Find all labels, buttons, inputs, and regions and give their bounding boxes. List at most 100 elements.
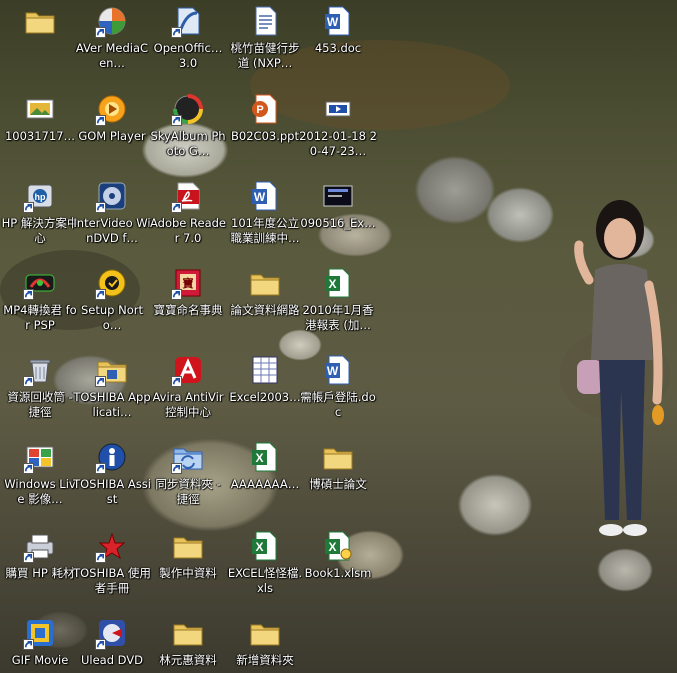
shortcut-arrow-icon [95,27,106,38]
desktop-icon[interactable]: Windows Live 影像… [0,436,80,518]
desktop-icon-label: 需帳戶登陆.doc [300,390,376,419]
desktop-icon[interactable]: TOSHIBA 使用者手冊 [72,525,152,607]
folder-icon [171,529,205,563]
desktop-icon[interactable]: MP4轉換君 for PSP [0,262,80,344]
shortcut-arrow-icon [171,115,182,126]
desktop-icon[interactable]: Excel2003… [225,349,305,431]
desktop-icon[interactable]: X EXCEL怪怪檔.xls [225,525,305,607]
desktop-icon[interactable]: AVer MediaCen… [72,0,152,82]
desktop-icon[interactable]: 10031717… [0,88,80,170]
desktop-icon[interactable]: X AAAAAAA… [225,436,305,518]
norton-setup-icon [95,266,129,300]
word-document-icon: W [321,4,355,38]
desktop-icon[interactable]: 林元惠資料 [148,612,228,673]
baby-name-icon: 寶 [171,266,205,300]
shortcut-arrow-icon [171,463,182,474]
shortcut-arrow-icon [95,639,106,650]
desktop-icon-label: GOM Player [78,129,146,143]
folder-icon [171,616,205,650]
avira-icon [171,353,205,387]
desktop-icon[interactable]: W 453.doc [298,0,378,82]
svg-text:X: X [328,277,336,291]
desktop-icon-label: 資源回收筒 - 捷徑 [7,390,73,419]
desktop-icon[interactable]: 博碩士論文 [298,436,378,518]
desktop-icon[interactable]: TOSHIBA Applicati… [72,349,152,431]
desktop-icon[interactable]: hp HP 解決方案中心 [0,175,80,257]
desktop-icon[interactable]: P B02C03.ppt [225,88,305,170]
desktop-icon[interactable]: 090516_Ex… [298,175,378,257]
thumbnail-icon [321,179,355,213]
desktop-icon[interactable]: OpenOffic… 3.0 [148,0,228,82]
desktop-icon[interactable]: 桃竹苗健行步道 (NXP… [225,0,305,82]
desktop-icon[interactable]: InterVideo WinDVD f… [72,175,152,257]
desktop-icon-label: B02C03.ppt [231,129,299,143]
desktop-icon-label: Avira AntiVir 控制中心 [152,390,224,419]
desktop-icon[interactable]: SkyAlbum Photo G… [148,88,228,170]
desktop-icon[interactable]: X Book1.xlsm [298,525,378,607]
desktop-icon[interactable]: 寶寶寶命名事典 [148,262,228,344]
desktop-icon[interactable]: X 2010年1月香港報表 (加… [298,262,378,344]
desktop-icon-label: 101年度公立職業訓練中… [230,216,300,245]
desktop-icon[interactable]: Adobe Reader 7.0 [148,175,228,257]
excel-sheet-icon [248,353,282,387]
desktop-icon-label: 博碩士論文 [309,477,367,491]
desktop-icon[interactable]: Avira AntiVir 控制中心 [148,349,228,431]
svg-text:X: X [328,540,336,554]
desktop-icon[interactable]: 購買 HP 耗材 [0,525,80,607]
sync-folder-icon [171,440,205,474]
shortcut-arrow-icon [95,289,106,300]
svg-text:W: W [327,364,339,378]
document-icon [248,4,282,38]
desktop-icon-label: TOSHIBA Assist [73,477,151,506]
folder-icon [248,616,282,650]
toshiba-folder-icon [95,353,129,387]
desktop-icon[interactable]: TOSHIBA Assist [72,436,152,518]
desktop-icon-label: 新增資料夾 [236,653,294,667]
desktop-icon-label: 購買 HP 耗材 [5,566,75,580]
ulead-dvd-icon [95,616,129,650]
desktop-icon[interactable]: Ulead DVD [72,612,152,673]
shortcut-arrow-icon [171,27,182,38]
shortcut-arrow-icon [95,552,106,563]
desktop-icon-label: Book1.xlsm [304,566,372,580]
desktop-icon[interactable] [0,0,80,82]
desktop-icon-label: TOSHIBA Applicati… [73,390,151,419]
gif-movie-icon [23,616,57,650]
desktop-icon-label: MP4轉換君 for PSP [3,303,77,332]
desktop-icon[interactable]: 新增資料夾 [225,612,305,673]
desktop-icon[interactable]: W 101年度公立職業訓練中… [225,175,305,257]
desktop-icon[interactable]: 論文資料網路 [225,262,305,344]
video-file-icon [321,92,355,126]
word-document-icon: W [248,179,282,213]
shortcut-arrow-icon [23,552,34,563]
shortcut-arrow-icon [23,376,34,387]
shortcut-arrow-icon [171,376,182,387]
desktop-icon-label: 桃竹苗健行步道 (NXP… [230,41,300,70]
desktop-icon[interactable]: Setup Norto… [72,262,152,344]
adobe-reader-icon [171,179,205,213]
desktop-icon-label: GIF Movie [11,653,69,667]
desktop-icon-label: Excel2003… [229,390,301,404]
svg-text:W: W [327,15,339,29]
desktop-icon[interactable]: 同步資料夾 - 捷徑 [148,436,228,518]
folder-icon [23,4,57,38]
desktop-icon-label: Adobe Reader 7.0 [149,216,226,245]
desktop-icon[interactable]: 2012-01-18 20-47-23… [298,88,378,170]
desktop-icon-label: TOSHIBA 使用者手冊 [73,566,151,595]
desktop-icon[interactable]: 製作中資料 [148,525,228,607]
desktop-icon-label: 2010年1月香港報表 (加… [302,303,374,332]
excel-icon: X [321,266,355,300]
desktop-icon-label: Windows Live 影像… [4,477,76,506]
desktop-icon[interactable]: W 需帳戶登陆.doc [298,349,378,431]
svg-text:X: X [255,540,263,554]
desktop-icon-label: EXCEL怪怪檔.xls [227,566,303,595]
svg-text:X: X [255,451,263,465]
shortcut-arrow-icon [23,289,34,300]
desktop-icon-label: 453.doc [314,41,362,55]
desktop-icon-label: 090516_Ex… [300,216,376,230]
desktop-icon[interactable]: GOM Player [72,88,152,170]
desktop-icon-label: 2012-01-18 20-47-23… [299,129,377,158]
desktop-icon[interactable]: GIF Movie [0,612,80,673]
svg-text:hp: hp [35,192,46,202]
desktop-icon[interactable]: 資源回收筒 - 捷徑 [0,349,80,431]
